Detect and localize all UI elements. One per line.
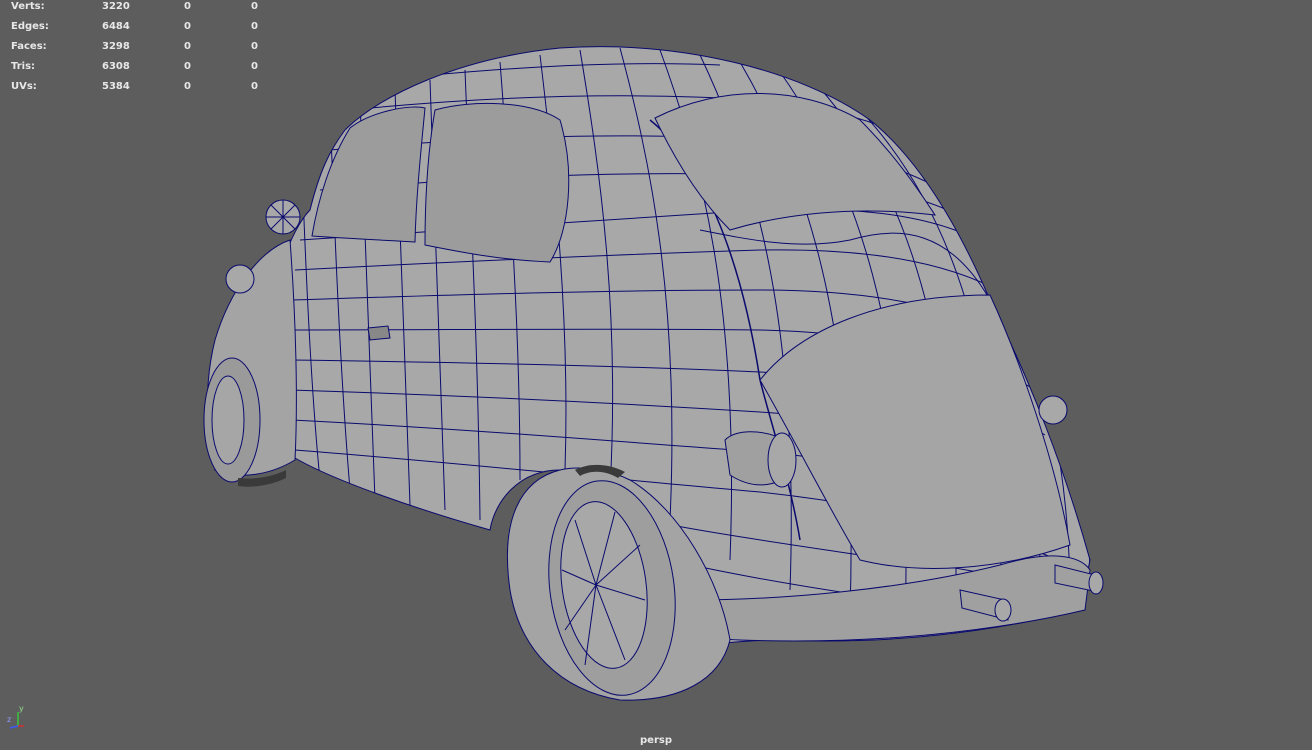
viewport-canvas[interactable] [0,0,1312,750]
front-headlight [225,264,255,294]
side-mirror-spokes [266,200,300,234]
car-model[interactable] [203,46,1104,704]
tail-light [724,431,797,488]
side-window-rear [424,102,570,263]
side-window-front [311,106,426,243]
rear-light-right [1038,395,1068,425]
front-hubcap [211,375,245,465]
axis-z-label: z [7,715,12,724]
view-axis-indicator: y z [6,704,30,730]
camera-label: persp [640,735,672,746]
axis-y-label: y [19,704,24,713]
door-handle [367,325,391,341]
